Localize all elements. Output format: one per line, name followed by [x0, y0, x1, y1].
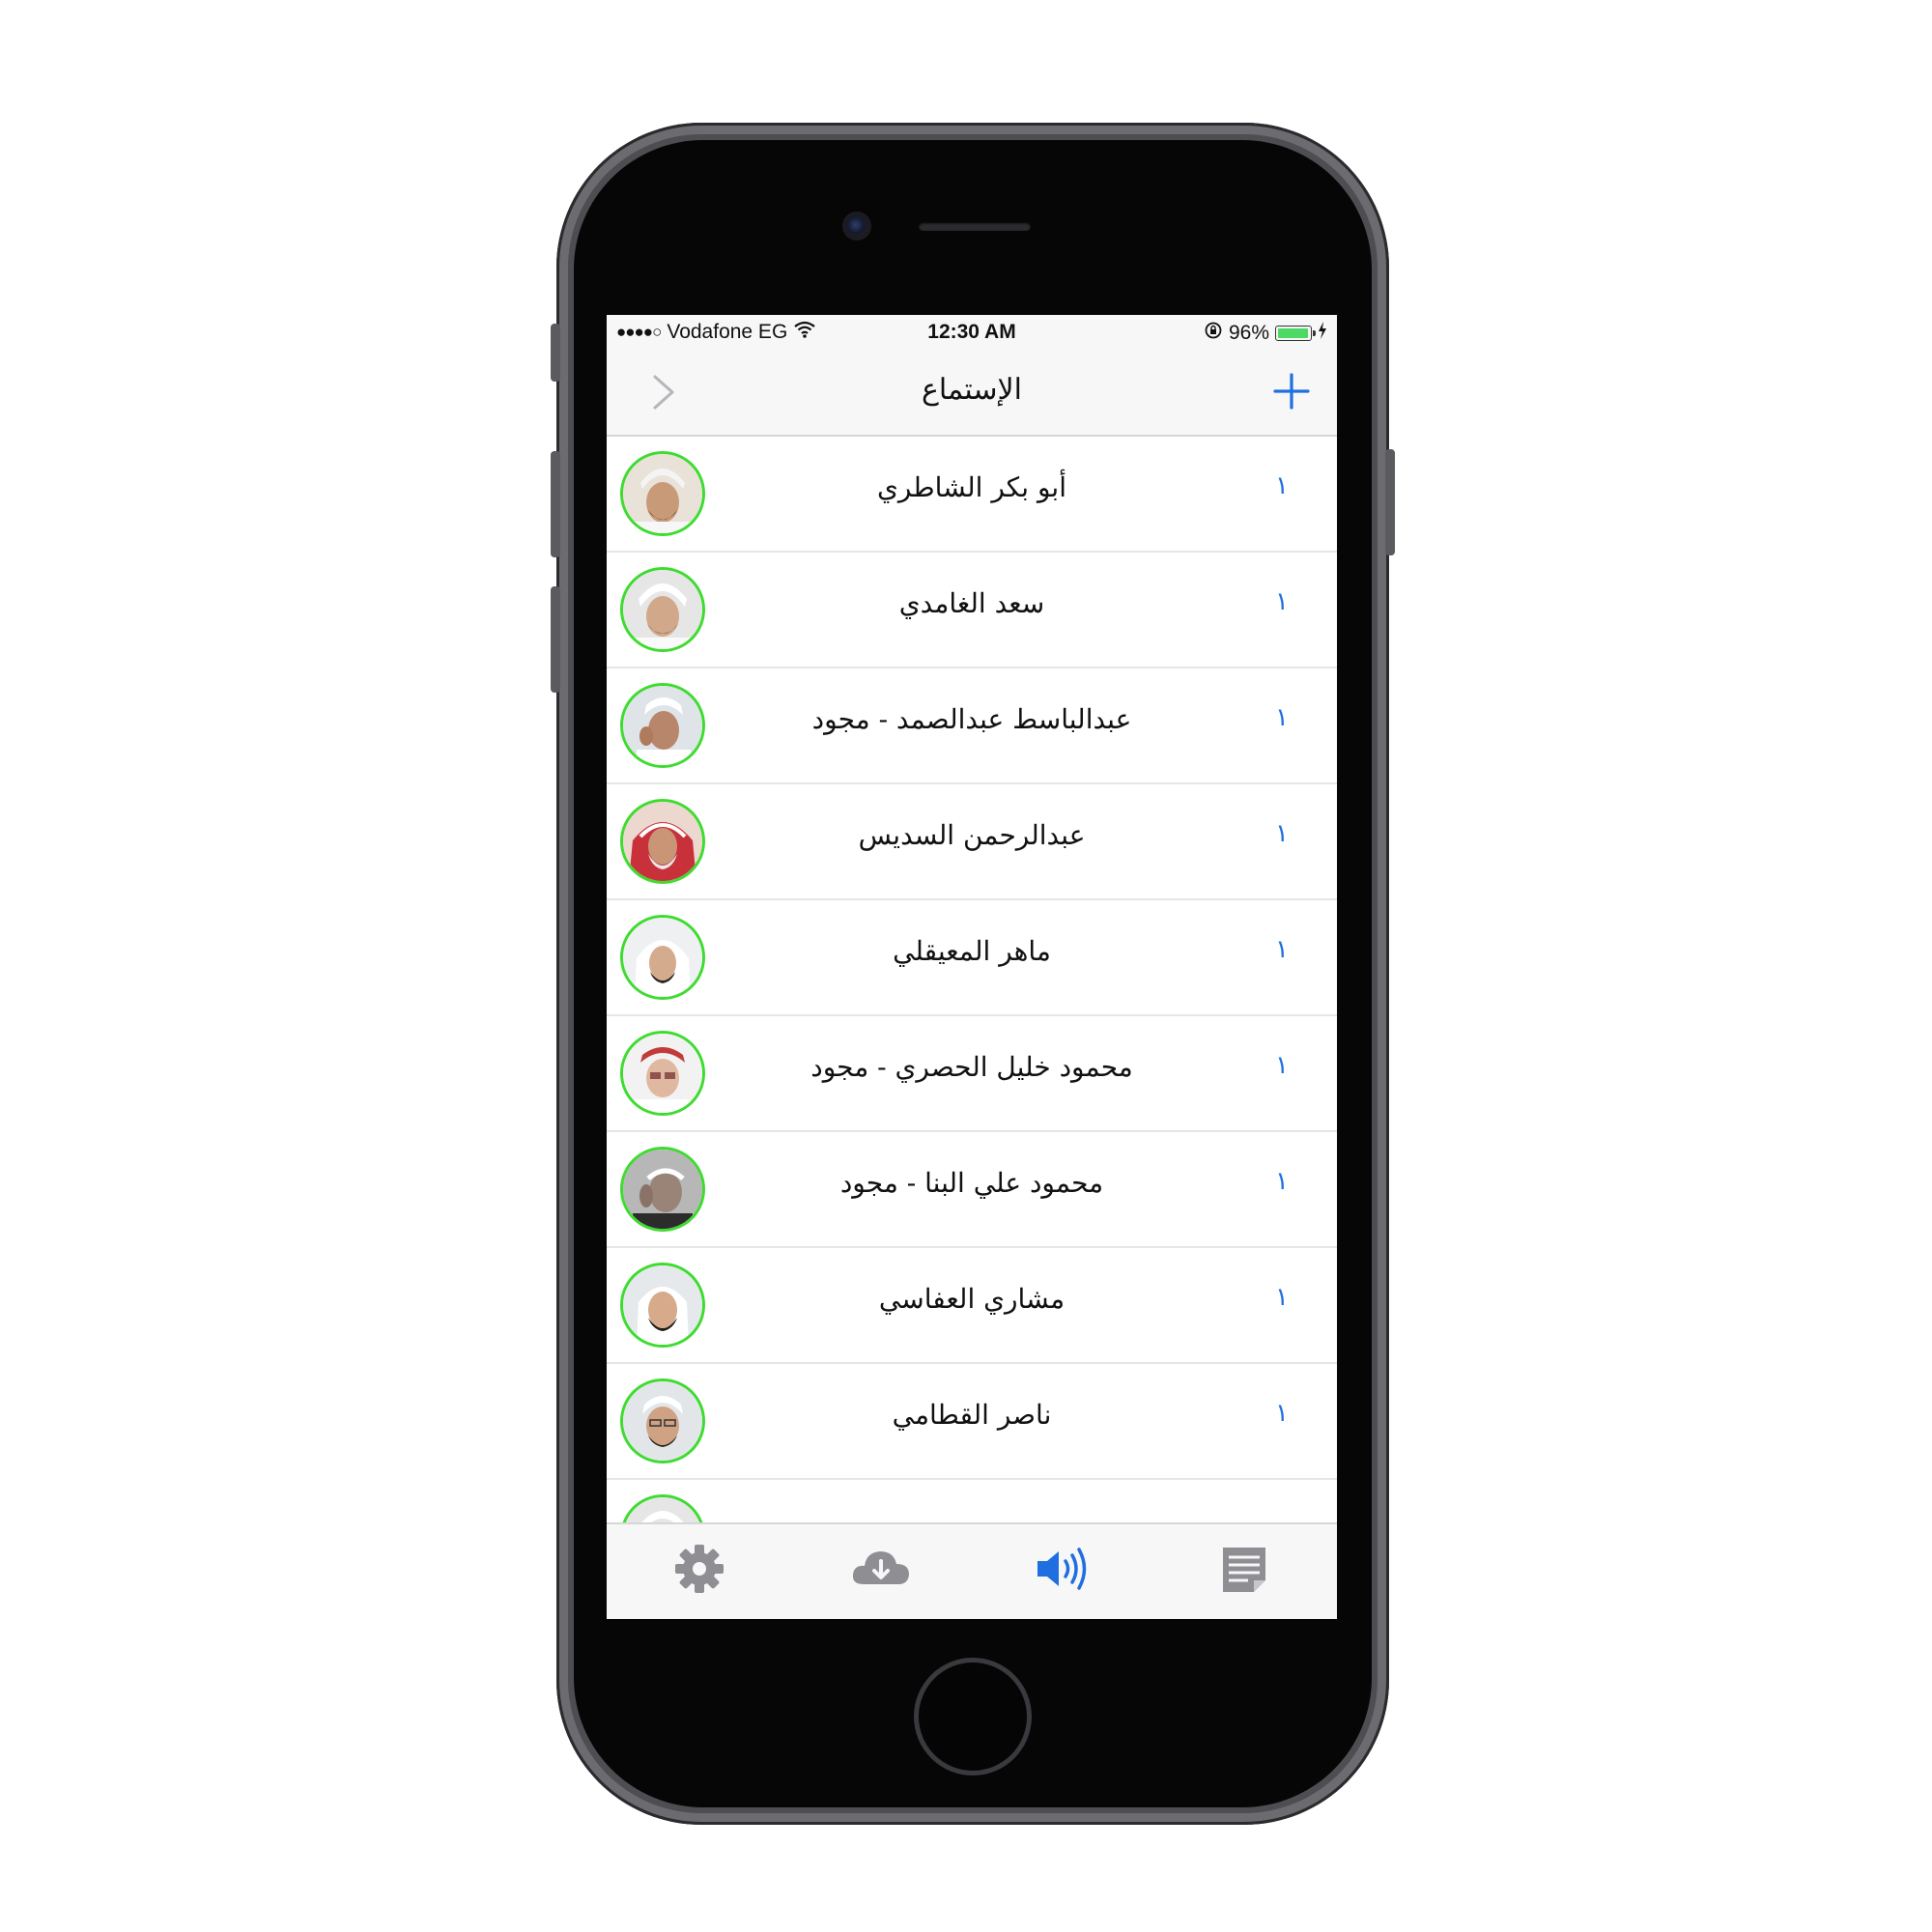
- list-item[interactable]: ماهر المعيقلي ١: [607, 900, 1337, 1016]
- earpiece-speaker: [919, 222, 1031, 231]
- recitation-count: ١: [1275, 1283, 1289, 1312]
- recitation-count: ١: [1275, 1167, 1289, 1196]
- tab-bar: [607, 1522, 1337, 1619]
- reciter-name: عبدالباسط عبدالصمد - مجود: [811, 703, 1132, 735]
- mute-switch: [551, 324, 560, 382]
- battery-tip: [1313, 330, 1316, 336]
- charging-icon: [1318, 322, 1327, 345]
- status-right: 96%: [1204, 321, 1327, 346]
- reciter-avatar: [620, 567, 705, 652]
- list-item[interactable]: عبدالباسط عبدالصمد - مجود ١: [607, 668, 1337, 784]
- reciter-name: محمود علي البنا - مجود: [839, 1167, 1104, 1199]
- volume-up-button: [551, 451, 560, 557]
- list-item[interactable]: مشاري العفاسي ١: [607, 1248, 1337, 1364]
- reciter-name: مشاري العفاسي: [878, 1283, 1065, 1315]
- page-title: الإستماع: [921, 373, 1023, 407]
- recitation-count: ١: [1275, 1399, 1289, 1428]
- reciter-name: عبدالرحمن السديس: [858, 819, 1086, 851]
- list-item[interactable]: سعد الغامدي ١: [607, 553, 1337, 668]
- reciter-name: محمود خليل الحصري - مجود: [810, 1051, 1133, 1083]
- tab-settings[interactable]: [668, 1540, 730, 1598]
- orientation-lock-icon: [1204, 321, 1223, 346]
- list-item[interactable]: أبو بكر الشاطري ١: [607, 437, 1337, 553]
- status-bar: ●●●●○ Vodafone EG 12:30 AM 96%: [607, 315, 1337, 350]
- recitation-count: ١: [1275, 703, 1289, 732]
- list-item[interactable]: عبدالرحمن السديس ١: [607, 784, 1337, 900]
- tab-downloads[interactable]: [850, 1540, 912, 1598]
- list-item[interactable]: محمود علي البنا - مجود ١: [607, 1132, 1337, 1248]
- recitation-count: ١: [1275, 471, 1289, 500]
- tab-listen[interactable]: [1032, 1540, 1094, 1598]
- reciter-avatar: [620, 915, 705, 1000]
- battery-icon: [1275, 326, 1316, 341]
- reciter-avatar: [620, 683, 705, 768]
- front-camera: [845, 214, 868, 238]
- cloud-download-icon: [852, 1551, 909, 1584]
- navigation-bar: الإستماع: [607, 350, 1337, 437]
- speaker-icon: [1037, 1548, 1087, 1590]
- add-button[interactable]: [1269, 369, 1314, 413]
- reciter-avatar: [620, 1147, 705, 1232]
- recitation-count: ١: [1275, 587, 1289, 616]
- reciter-avatar: [620, 1263, 705, 1348]
- screen: ●●●●○ Vodafone EG 12:30 AM 96% الإستماع …: [607, 315, 1337, 1619]
- reciter-name: ماهر المعيقلي: [893, 935, 1051, 967]
- reciter-avatar: [620, 451, 705, 536]
- battery-percent: 96%: [1228, 322, 1269, 344]
- reciter-avatar: [620, 799, 705, 884]
- list-item[interactable]: محمود خليل الحصري - مجود ١: [607, 1016, 1337, 1132]
- home-button[interactable]: [919, 1662, 1027, 1771]
- recitation-count: ١: [1275, 1051, 1289, 1080]
- reciter-name: أبو بكر الشاطري: [876, 471, 1066, 503]
- recitation-count: ١: [1275, 819, 1289, 848]
- reciter-avatar: [620, 1031, 705, 1116]
- plus-icon: [1273, 373, 1310, 410]
- gear-icon: [675, 1545, 724, 1593]
- reciter-avatar: [620, 1378, 705, 1463]
- battery-fill: [1278, 328, 1308, 338]
- tab-notes[interactable]: [1213, 1540, 1275, 1598]
- notes-icon: [1223, 1548, 1265, 1592]
- volume-down-button: [551, 586, 560, 693]
- reciter-name: سعد الغامدي: [898, 587, 1045, 619]
- recitation-count: ١: [1275, 935, 1289, 964]
- list-item[interactable]: ناصر القطامي ١: [607, 1364, 1337, 1480]
- reciters-list[interactable]: أبو بكر الشاطري ١ سعد الغامدي ١ عبدالباس…: [607, 437, 1337, 1536]
- power-button: [1385, 449, 1395, 555]
- reciter-name: ناصر القطامي: [892, 1399, 1052, 1431]
